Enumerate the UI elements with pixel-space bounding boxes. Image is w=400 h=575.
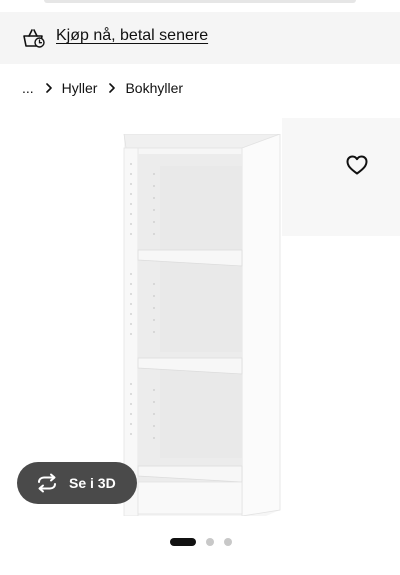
heart-outline-icon bbox=[346, 155, 368, 175]
chevron-right-icon bbox=[42, 81, 56, 95]
breadcrumb-item-ellipsis[interactable]: ... bbox=[22, 80, 34, 96]
breadcrumb-item-bokhyller[interactable]: Bokhyller bbox=[125, 80, 183, 96]
breadcrumb-item-hyller[interactable]: Hyller bbox=[62, 80, 98, 96]
rotate-arrows-icon bbox=[38, 473, 56, 493]
basket-clock-icon bbox=[23, 29, 45, 48]
chevron-right-icon bbox=[105, 81, 119, 95]
top-divider bbox=[44, 0, 356, 3]
carousel-dot-1[interactable] bbox=[170, 538, 196, 546]
favourite-button[interactable] bbox=[344, 152, 370, 178]
breadcrumb: ... Hyller Bokhyller bbox=[22, 78, 183, 98]
view-in-3d-button[interactable]: Se i 3D bbox=[17, 462, 137, 504]
carousel-pagination bbox=[170, 538, 242, 546]
carousel-dot-2[interactable] bbox=[206, 538, 214, 546]
promo-banner: Kjøp nå, betal senere bbox=[0, 12, 400, 64]
carousel-dot-3[interactable] bbox=[224, 538, 232, 546]
view-in-3d-label: Se i 3D bbox=[69, 475, 116, 491]
bookshelf-product-image bbox=[123, 134, 281, 516]
buy-now-pay-later-link[interactable]: Kjøp nå, betal senere bbox=[56, 27, 208, 45]
